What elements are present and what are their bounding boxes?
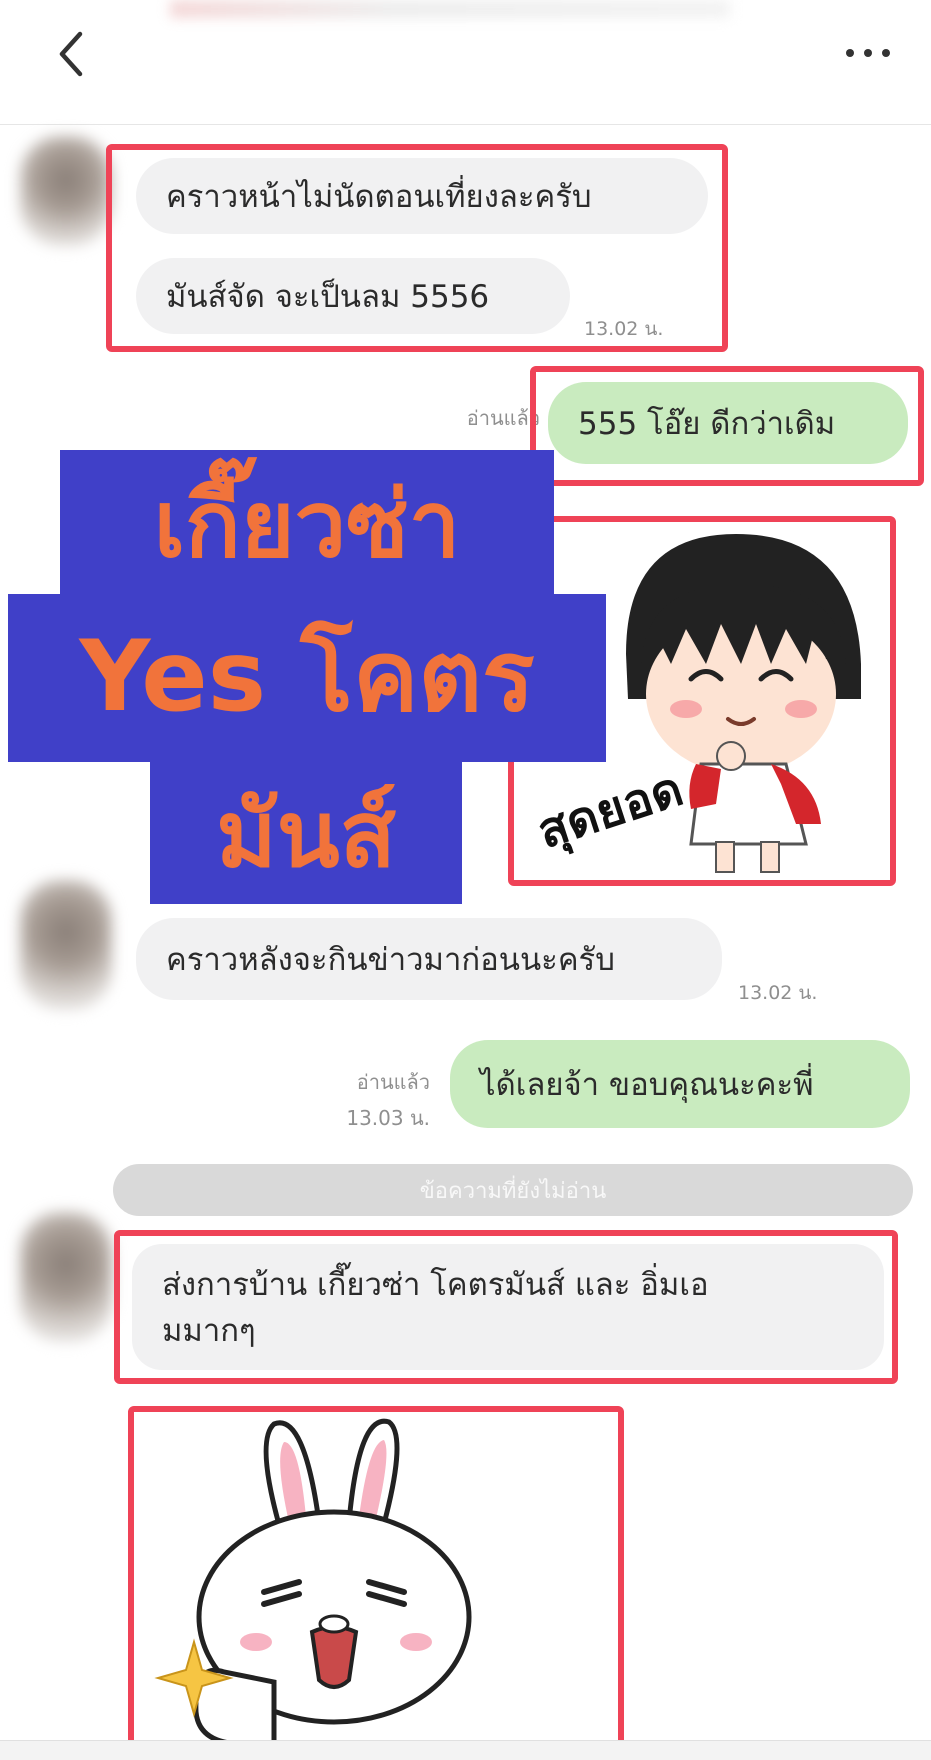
message-bubble[interactable]: คราวหลังจะกินข่าวมาก่อนนะครับ <box>136 918 722 1000</box>
contact-name-blurred <box>170 0 730 18</box>
overlay-headline-line1: เกี๊ยวซ่า <box>153 471 461 578</box>
message-bubble-mine[interactable]: ได้เลยจ้า ขอบคุณนะคะพี่ <box>450 1040 910 1128</box>
contact-avatar[interactable] <box>20 1212 112 1342</box>
message-text-line: ส่งการบ้าน เกี๊ยวซ่า โคตรมันส์ และ อิ่มเ… <box>162 1267 709 1303</box>
message-text: 555 โอ๊ย ดีกว่าเดิม <box>578 406 836 442</box>
message-bubble[interactable]: มันส์จัด จะเป็นลม 5556 <box>136 258 570 334</box>
message-timestamp: 13.03 น. <box>346 1106 430 1130</box>
sticker-bunny[interactable] <box>134 1412 618 1747</box>
unread-divider: ข้อความที่ยังไม่อ่าน <box>113 1164 913 1216</box>
message-text: คราวหลังจะกินข่าวมาก่อนนะครับ <box>166 942 615 978</box>
message-bubble[interactable]: คราวหน้าไม่นัดตอนเที่ยงละครับ <box>136 158 708 234</box>
message-bubble[interactable]: ส่งการบ้าน เกี๊ยวซ่า โคตรมันส์ และ อิ่มเ… <box>132 1244 884 1370</box>
chat-header <box>0 0 931 125</box>
chevron-left-icon <box>59 31 83 77</box>
bottom-bar <box>0 1740 931 1760</box>
read-receipt: อ่านแล้ว <box>466 406 540 430</box>
more-horizontal-icon <box>846 49 890 57</box>
read-receipt: อ่านแล้ว <box>356 1070 430 1094</box>
more-options-button[interactable] <box>840 36 896 66</box>
sticker-bunny-image <box>154 1418 472 1747</box>
sticker-caption: สุดยอด <box>531 761 690 862</box>
overlay-headline-line2: Yes โคตร <box>79 620 535 734</box>
message-text-line: มมากๆ <box>162 1313 256 1349</box>
message-timestamp: 13.02 น. <box>584 318 664 340</box>
message-text: ได้เลยจ้า ขอบคุณนะคะพี่ <box>480 1067 814 1103</box>
message-text: มันส์จัด จะเป็นลม 5556 <box>166 279 490 315</box>
message-text: คราวหน้าไม่นัดตอนเที่ยงละครับ <box>166 179 592 215</box>
overlay-headline-line3: มันส์ <box>216 781 396 888</box>
unread-divider-label: ข้อความที่ยังไม่อ่าน <box>419 1178 607 1204</box>
contact-avatar[interactable] <box>20 136 112 246</box>
back-button[interactable] <box>52 28 92 80</box>
contact-avatar[interactable] <box>20 880 112 1010</box>
message-bubble-mine[interactable]: 555 โอ๊ย ดีกว่าเดิม <box>548 382 908 464</box>
message-timestamp: 13.02 น. <box>738 982 818 1004</box>
